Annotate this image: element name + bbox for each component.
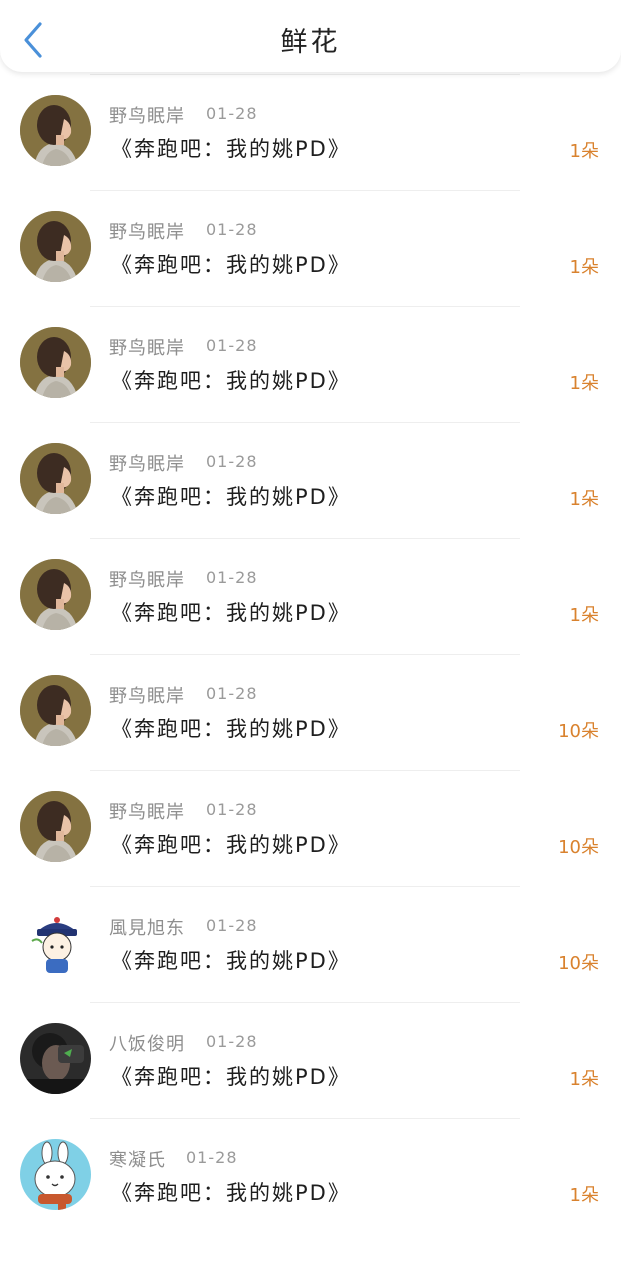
flower-count: 1朵 — [569, 141, 599, 162]
user-avatar[interactable] — [20, 907, 91, 978]
user-name[interactable]: 寒凝氏 — [109, 1146, 166, 1172]
girl-avatar-icon — [20, 327, 91, 398]
gift-date: 01-28 — [206, 684, 258, 703]
flower-count: 1朵 — [569, 1185, 599, 1206]
user-name[interactable]: 野鸟眠岸 — [109, 450, 185, 476]
user-avatar[interactable] — [20, 791, 91, 862]
book-title: 《奔跑吧：我的姚PD》 — [111, 253, 351, 277]
gift-list-item[interactable]: 野鸟眠岸 01-28 《奔跑吧：我的姚PD》 1朵 — [0, 191, 621, 307]
girl-avatar-icon — [20, 95, 91, 166]
girl-avatar-icon — [20, 211, 91, 282]
gift-date: 01-28 — [206, 452, 258, 471]
gift-list-item[interactable]: 野鸟眠岸 01-28 《奔跑吧：我的姚PD》 1朵 — [0, 75, 621, 191]
flower-count: 10朵 — [558, 721, 599, 742]
cartoon-official-avatar-icon — [20, 907, 91, 978]
user-avatar[interactable] — [20, 1139, 91, 1210]
flower-count: 1朵 — [569, 605, 599, 626]
flower-count: 10朵 — [558, 953, 599, 974]
gift-list-item[interactable]: 野鸟眠岸 01-28 《奔跑吧：我的姚PD》 10朵 — [0, 655, 621, 771]
page-title: 鲜花 — [280, 27, 341, 58]
app-root: 《奔跑吧：我的姚PD》 10朵 野鸟眠岸 01-28 《奔跑吧：我的姚PD》 1朵 野鸟… — [0, 0, 621, 1280]
user-avatar[interactable] — [20, 559, 91, 630]
user-avatar[interactable] — [20, 443, 91, 514]
gift-list-item[interactable]: 寒凝氏 01-28 《奔跑吧：我的姚PD》 1朵 — [0, 1119, 621, 1235]
flower-count: 1朵 — [569, 489, 599, 510]
girl-avatar-icon — [20, 443, 91, 514]
gift-list-item[interactable]: 八饭俊明 01-28 《奔跑吧：我的姚PD》 1朵 — [0, 1003, 621, 1119]
gift-list-item[interactable]: 風見旭东 01-28 《奔跑吧：我的姚PD》 10朵 — [0, 887, 621, 1003]
book-title: 《奔跑吧：我的姚PD》 — [111, 601, 351, 625]
bunny-avatar-icon — [20, 1139, 91, 1210]
gift-date: 01-28 — [206, 1032, 258, 1051]
girl-avatar-icon — [20, 791, 91, 862]
flower-count: 1朵 — [569, 257, 599, 278]
user-name[interactable]: 野鸟眠岸 — [109, 798, 185, 824]
book-title: 《奔跑吧：我的姚PD》 — [111, 833, 351, 857]
gift-date: 01-28 — [206, 568, 258, 587]
user-name[interactable]: 野鸟眠岸 — [109, 682, 185, 708]
user-avatar[interactable] — [20, 95, 91, 166]
user-name[interactable]: 八饭俊明 — [109, 1030, 185, 1056]
user-name[interactable]: 野鸟眠岸 — [109, 334, 185, 360]
gift-list-item[interactable]: 野鸟眠岸 01-28 《奔跑吧：我的姚PD》 10朵 — [0, 771, 621, 887]
user-name[interactable]: 野鸟眠岸 — [109, 566, 185, 592]
book-title: 《奔跑吧：我的姚PD》 — [111, 717, 351, 741]
girl-avatar-icon — [20, 675, 91, 746]
top-bar: 鲜花 — [0, 0, 621, 72]
book-title: 《奔跑吧：我的姚PD》 — [111, 1065, 351, 1089]
user-name[interactable]: 野鸟眠岸 — [109, 218, 185, 244]
gift-date: 01-28 — [206, 220, 258, 239]
girl-avatar-icon — [20, 559, 91, 630]
user-avatar[interactable] — [20, 675, 91, 746]
gift-date: 01-28 — [206, 104, 258, 123]
flower-count: 1朵 — [569, 1069, 599, 1090]
gift-list-item[interactable]: 野鸟眠岸 01-28 《奔跑吧：我的姚PD》 1朵 — [0, 539, 621, 655]
gift-list-item[interactable]: 野鸟眠岸 01-28 《奔跑吧：我的姚PD》 1朵 — [0, 423, 621, 539]
gift-date: 01-28 — [206, 800, 258, 819]
flower-count: 1朵 — [569, 373, 599, 394]
user-name[interactable]: 風見旭东 — [109, 914, 185, 940]
book-title: 《奔跑吧：我的姚PD》 — [111, 485, 351, 509]
book-title: 《奔跑吧：我的姚PD》 — [111, 369, 351, 393]
user-avatar[interactable] — [20, 1023, 91, 1094]
gift-list-item[interactable]: 野鸟眠岸 01-28 《奔跑吧：我的姚PD》 1朵 — [0, 307, 621, 423]
dark-photo-avatar-icon — [20, 1023, 91, 1094]
user-avatar[interactable] — [20, 327, 91, 398]
user-name[interactable]: 野鸟眠岸 — [109, 102, 185, 128]
book-title: 《奔跑吧：我的姚PD》 — [111, 137, 351, 161]
gift-date: 01-28 — [206, 336, 258, 355]
book-title: 《奔跑吧：我的姚PD》 — [111, 1181, 351, 1205]
book-title: 《奔跑吧：我的姚PD》 — [111, 949, 351, 973]
gift-date: 01-28 — [206, 916, 258, 935]
user-avatar[interactable] — [20, 211, 91, 282]
flower-count: 10朵 — [558, 837, 599, 858]
gift-date: 01-28 — [186, 1148, 238, 1167]
